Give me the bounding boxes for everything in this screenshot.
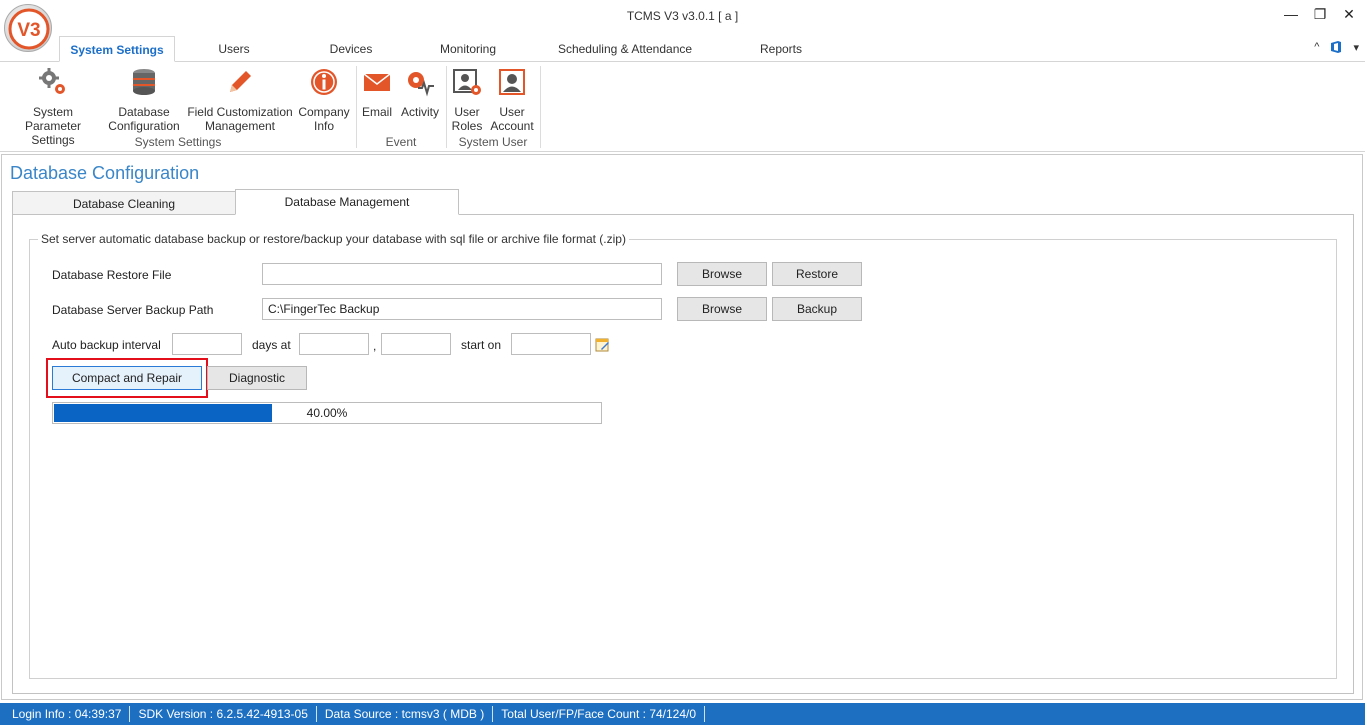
database-configuration-button[interactable]: Database Configuration <box>106 66 182 133</box>
pencil-icon <box>230 71 251 92</box>
info-icon <box>311 69 337 95</box>
start-date-input[interactable] <box>511 333 591 355</box>
database-icon <box>133 69 155 95</box>
ribbon-panel: System Parameter Settings Database Confi… <box>0 62 1365 152</box>
minimize-icon: — <box>1284 6 1298 22</box>
status-data-source: Data Source : tcmsv3 ( MDB ) <box>317 706 494 722</box>
auto-backup-interval-label: Auto backup interval <box>52 338 161 352</box>
ribbon-separator <box>540 66 541 148</box>
company-info-button[interactable]: Company Info <box>296 66 352 133</box>
database-management-panel: Set server automatic database backup or … <box>12 214 1354 694</box>
backup-button[interactable]: Backup <box>772 297 862 321</box>
email-button[interactable]: Email <box>360 66 394 119</box>
calendar-icon[interactable] <box>595 337 610 352</box>
email-icon <box>363 73 391 91</box>
restore-button[interactable]: Restore <box>772 262 862 286</box>
ribbon-label: Roles <box>451 119 483 133</box>
status-login-info: Login Info : 04:39:37 <box>0 706 131 722</box>
backup-path-input[interactable] <box>262 298 662 320</box>
ribbon-label: Activity <box>400 105 439 119</box>
start-on-label: start on <box>461 338 502 352</box>
user-account-button[interactable]: User Account <box>488 66 536 133</box>
ribbon-group-system-settings: System Settings <box>134 135 222 149</box>
ribbon-label: Info <box>313 119 334 133</box>
compact-and-repair-button[interactable]: Compact and Repair <box>52 366 202 390</box>
diagnostic-button[interactable]: Diagnostic <box>207 366 307 390</box>
tab-users[interactable]: Users <box>196 36 272 62</box>
close-button[interactable]: ✕ <box>1334 4 1364 24</box>
restore-file-input[interactable] <box>262 263 662 285</box>
ribbon-right-controls: ^ ▾ <box>1314 40 1359 54</box>
v3-logo-icon: V3 <box>8 8 50 50</box>
backup-hour-input[interactable] <box>299 333 369 355</box>
collapse-ribbon-icon[interactable]: ^ <box>1314 41 1319 53</box>
ribbon-label: Account <box>490 119 534 133</box>
tab-monitoring[interactable]: Monitoring <box>425 36 511 62</box>
ribbon-label: User <box>454 105 480 119</box>
status-counts: Total User/FP/Face Count : 74/124/0 <box>493 706 706 722</box>
tab-devices[interactable]: Devices <box>312 36 390 62</box>
ribbon-label: Company <box>298 105 350 119</box>
tab-database-management[interactable]: Database Management <box>235 189 459 215</box>
backup-path-label: Database Server Backup Path <box>52 303 214 317</box>
status-bar: Login Info : 04:39:37 SDK Version : 6.2.… <box>0 703 1365 725</box>
ribbon-group-event: Event <box>385 135 417 149</box>
ribbon-dropdown-icon[interactable]: ▾ <box>1353 41 1359 54</box>
title-bar: V3 TCMS V3 v3.0.1 [ a ] — ❐ ✕ <box>0 0 1365 52</box>
field-customization-button[interactable]: Field Customization Management <box>186 66 294 133</box>
minimize-button[interactable]: — <box>1276 4 1306 24</box>
ribbon-label: Settings <box>31 133 75 147</box>
user-account-icon <box>499 69 525 95</box>
activity-button[interactable]: Activity <box>398 66 442 119</box>
office-icon[interactable] <box>1329 40 1343 54</box>
gears-icon <box>39 68 65 94</box>
ribbon-label: System Parameter <box>24 105 82 133</box>
ribbon-label: Email <box>361 105 392 119</box>
progress-text: 40.00% <box>306 406 348 420</box>
restore-icon: ❐ <box>1313 5 1327 22</box>
tab-scheduling-attendance[interactable]: Scheduling & Attendance <box>546 36 704 62</box>
group-caption: Set server automatic database backup or … <box>38 232 629 246</box>
backup-minute-input[interactable] <box>381 333 451 355</box>
tab-database-cleaning[interactable]: Database Cleaning <box>12 191 236 215</box>
tab-reports[interactable]: Reports <box>745 36 817 62</box>
restore-file-label: Database Restore File <box>52 268 172 282</box>
tcms-window: V3 TCMS V3 v3.0.1 [ a ] — ❐ ✕ System Set… <box>0 0 1365 725</box>
activity-icon <box>408 72 434 97</box>
page-title: Database Configuration <box>10 163 200 183</box>
tab-system-settings[interactable]: System Settings <box>59 36 175 62</box>
ribbon-label: Management <box>204 119 276 133</box>
user-roles-button[interactable]: User Roles <box>450 66 484 133</box>
ribbon-label: Database <box>118 105 170 119</box>
system-parameter-settings-button[interactable]: System Parameter Settings <box>4 66 102 147</box>
user-roles-icon <box>453 69 481 95</box>
ribbon-group-system-user: System User <box>458 135 528 149</box>
restore-browse-button[interactable]: Browse <box>677 262 767 286</box>
ribbon-tab-bar: System Settings Users Devices Monitoring… <box>0 36 1365 62</box>
ribbon-label: User <box>499 105 525 119</box>
status-sdk-version: SDK Version : 6.2.5.42-4913-05 <box>130 706 317 722</box>
interval-days-input[interactable] <box>172 333 242 355</box>
window-title: TCMS V3 v3.0.1 [ a ] <box>626 9 739 23</box>
time-separator: , <box>373 339 377 353</box>
days-at-label: days at <box>252 338 291 352</box>
close-icon: ✕ <box>1343 5 1355 22</box>
ribbon-separator <box>356 66 357 148</box>
ribbon-label: Configuration <box>108 119 180 133</box>
logo-text: V3 <box>17 20 40 41</box>
app-logo[interactable]: V3 <box>4 4 52 52</box>
progress-bar: 40.00% <box>52 402 602 424</box>
restore-button[interactable]: ❐ <box>1305 4 1335 24</box>
backup-browse-button[interactable]: Browse <box>677 297 767 321</box>
ribbon-label: Field Customization <box>187 105 293 119</box>
ribbon-separator <box>446 66 447 148</box>
content-area: Database Configuration Database Cleaning… <box>1 154 1363 700</box>
